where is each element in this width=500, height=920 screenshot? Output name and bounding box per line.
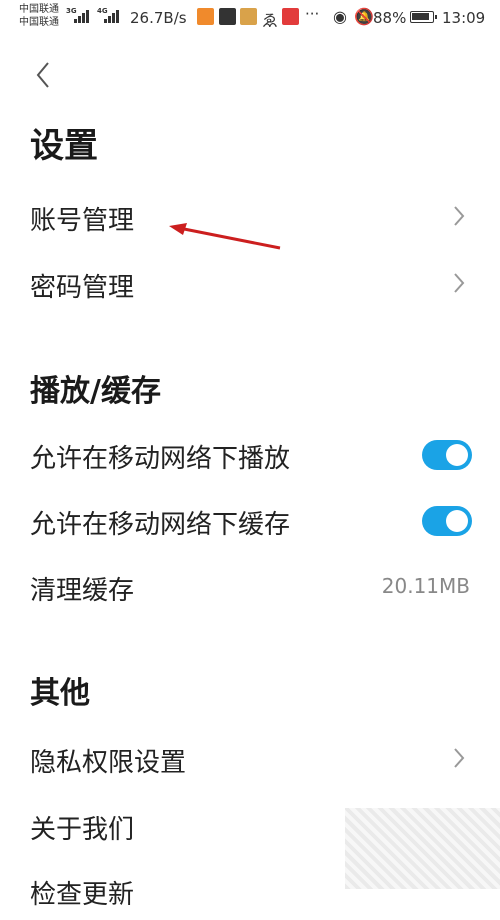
mobile-play-toggle[interactable] bbox=[422, 440, 472, 470]
chevron-right-icon bbox=[454, 748, 465, 768]
mobile-cache-toggle[interactable] bbox=[422, 506, 472, 536]
item-label: 关于我们 bbox=[30, 815, 135, 845]
carrier-labels: 中国联通 中国联通 bbox=[19, 3, 59, 29]
chevron-right-icon bbox=[454, 273, 465, 293]
section-title-other: 其他 bbox=[30, 676, 90, 711]
network-speed: 26.7B/s bbox=[130, 9, 187, 27]
annotation-arrow-icon bbox=[169, 223, 281, 250]
status-bar: 中国联通 中国联通 3G 4G 26.7B/s ゑ ··· ◉ 🔕 88% 13… bbox=[0, 0, 500, 36]
chevron-left-icon bbox=[36, 62, 49, 88]
mobile-cache-toggle-row: 允许在移动网络下缓存 bbox=[0, 490, 500, 550]
item-label: 隐私权限设置 bbox=[30, 748, 187, 778]
clear-cache-item[interactable]: 清理缓存 20.11MB bbox=[0, 556, 500, 616]
battery-percent: 88% bbox=[373, 9, 407, 27]
cache-size: 20.11MB bbox=[381, 574, 470, 598]
mobile-play-toggle-row: 允许在移动网络下播放 bbox=[0, 424, 500, 484]
signal-icon-2 bbox=[104, 9, 119, 23]
mute-bell-icon: 🔕 bbox=[354, 7, 374, 26]
item-label: 清理缓存 bbox=[30, 576, 135, 606]
privacy-settings-item[interactable]: 隐私权限设置 bbox=[0, 728, 500, 788]
app-notification-icon bbox=[219, 8, 236, 25]
item-label: 账号管理 bbox=[30, 206, 135, 236]
eye-icon: ◉ bbox=[333, 7, 347, 26]
more-notifications-icon: ··· bbox=[305, 5, 320, 23]
carrier-2: 中国联通 bbox=[19, 17, 59, 28]
item-label: 检查更新 bbox=[30, 880, 135, 910]
clock: 13:09 bbox=[442, 9, 486, 27]
item-label: 允许在移动网络下播放 bbox=[30, 444, 291, 474]
item-label: 允许在移动网络下缓存 bbox=[30, 510, 291, 540]
item-label: 密码管理 bbox=[30, 273, 135, 303]
signal-icon-1 bbox=[74, 9, 89, 23]
app-notification-icon bbox=[197, 8, 214, 25]
app-notification-icon bbox=[240, 8, 257, 25]
section-title-playback: 播放/缓存 bbox=[30, 374, 161, 409]
page-title: 设置 bbox=[30, 126, 98, 166]
watermark-overlay bbox=[345, 808, 500, 889]
battery-icon bbox=[410, 11, 437, 23]
back-button[interactable] bbox=[30, 60, 60, 90]
app-notification-icon bbox=[282, 8, 299, 25]
app-notification-icon: ゑ bbox=[262, 11, 279, 30]
carrier-1: 中国联通 bbox=[19, 4, 59, 15]
chevron-right-icon bbox=[454, 206, 465, 226]
password-management-item[interactable]: 密码管理 bbox=[0, 253, 500, 313]
